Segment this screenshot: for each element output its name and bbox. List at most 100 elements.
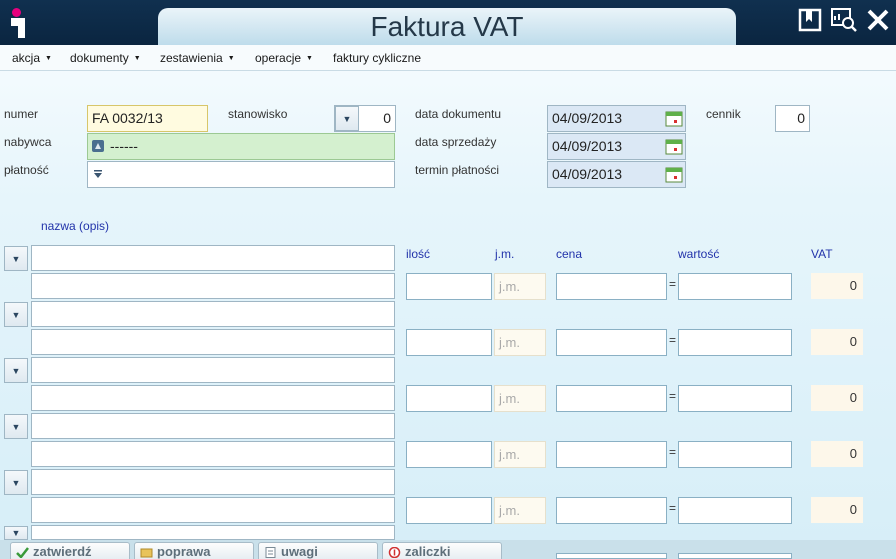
poprawa-button[interactable]: poprawa: [134, 542, 254, 559]
window-title: Faktura VAT: [158, 8, 736, 45]
close-icon[interactable]: [864, 6, 892, 34]
uwagi-label: uwagi: [281, 544, 318, 559]
item-value-field[interactable]: [678, 329, 792, 356]
item-unit-field[interactable]: j.m.: [494, 497, 546, 524]
data-dokumentu-label: data dokumentu: [415, 107, 502, 121]
menu-faktury-cykliczne[interactable]: faktury cykliczne: [333, 51, 421, 65]
item-name-field[interactable]: [31, 357, 395, 383]
item-price-field[interactable]: [556, 441, 667, 468]
chevron-down-icon[interactable]: ▼: [4, 414, 28, 439]
app-logo: [8, 8, 30, 38]
deposit-icon: [388, 547, 401, 558]
data-sprzedazy-value: 04/09/2013: [552, 138, 623, 154]
item-desc-field[interactable]: [31, 385, 395, 411]
item-vat-value: 0: [811, 329, 863, 355]
zatwierdz-label: zatwierdź: [33, 544, 92, 559]
poprawa-label: poprawa: [157, 544, 211, 559]
equals-sign: =: [669, 333, 677, 347]
item-value-field[interactable]: [678, 273, 792, 300]
calendar-icon[interactable]: [665, 137, 683, 155]
item-price-field[interactable]: [556, 385, 667, 412]
platnosc-field[interactable]: [87, 161, 395, 188]
item-desc-field[interactable]: [31, 273, 395, 299]
item-qty-field[interactable]: [406, 385, 492, 412]
termin-platnosci-value: 04/09/2013: [552, 166, 623, 182]
chevron-down-icon[interactable]: ▼: [4, 470, 28, 495]
termin-platnosci-field[interactable]: 04/09/2013: [547, 161, 686, 188]
stanowisko-field[interactable]: ▼ 0: [334, 105, 396, 132]
item-name-field[interactable]: [31, 469, 395, 495]
menu-dokumenty[interactable]: dokumenty ▼: [70, 51, 141, 65]
zaliczki-label: zaliczki: [405, 544, 451, 559]
item-desc-field[interactable]: [31, 497, 395, 523]
item-qty-field[interactable]: [406, 497, 492, 524]
item-qty-field[interactable]: [406, 329, 492, 356]
item-desc-field[interactable]: [31, 329, 395, 355]
chevron-down-icon[interactable]: ▼: [335, 106, 359, 131]
equals-sign: =: [669, 277, 677, 291]
item-qty-field[interactable]: [406, 273, 492, 300]
item-price-field[interactable]: [556, 553, 667, 559]
item-value-field[interactable]: [678, 553, 792, 559]
chevron-down-icon[interactable]: ▼: [4, 526, 28, 540]
termin-platnosci-label: termin płatności: [415, 163, 500, 177]
cennik-label: cennik: [706, 107, 741, 121]
item-price-field[interactable]: [556, 273, 667, 300]
nabywca-label: nabywca: [4, 135, 52, 149]
chevron-down-icon[interactable]: ▼: [4, 302, 28, 327]
zaliczki-button[interactable]: zaliczki: [382, 542, 502, 559]
numer-label: numer: [4, 107, 39, 121]
item-price-field[interactable]: [556, 329, 667, 356]
uwagi-button[interactable]: uwagi: [258, 542, 378, 559]
col-cena-header: cena: [556, 247, 583, 261]
data-dokumentu-field[interactable]: 04/09/2013: [547, 105, 686, 132]
equals-sign: =: [669, 501, 677, 515]
item-desc-field[interactable]: [31, 441, 395, 467]
item-value-field[interactable]: [678, 497, 792, 524]
col-ilosc-header: ilość: [406, 247, 431, 261]
chevron-down-icon[interactable]: ▼: [4, 246, 28, 271]
zatwierdz-button[interactable]: zatwierdź: [10, 542, 130, 559]
equals-sign: =: [669, 445, 677, 459]
data-sprzedazy-label: data sprzedaży: [415, 135, 497, 149]
item-unit-field[interactable]: j.m.: [494, 329, 546, 356]
stanowisko-label: stanowisko: [228, 107, 288, 121]
list-dropdown-icon[interactable]: [92, 168, 104, 180]
platnosc-label: płatność: [4, 163, 49, 177]
item-unit-field[interactable]: j.m.: [494, 385, 546, 412]
item-price-field[interactable]: [556, 497, 667, 524]
cennik-field[interactable]: 0: [775, 105, 810, 132]
numer-field[interactable]: FA 0032/13: [87, 105, 208, 132]
data-dokumentu-value: 04/09/2013: [552, 110, 623, 126]
item-name-field[interactable]: [31, 245, 395, 271]
bookmark-icon[interactable]: [796, 6, 824, 34]
contact-icon[interactable]: [91, 139, 105, 153]
item-name-field[interactable]: [31, 525, 395, 540]
item-vat-value: 0: [811, 385, 863, 411]
preview-search-icon[interactable]: [830, 6, 858, 34]
menu-operacje[interactable]: operacje ▼: [255, 51, 313, 65]
item-vat-value: 0: [811, 273, 863, 299]
calendar-icon[interactable]: [665, 109, 683, 127]
item-name-field[interactable]: [31, 301, 395, 327]
item-value-field[interactable]: [678, 441, 792, 468]
item-vat-value: 0: [811, 497, 863, 523]
calendar-icon[interactable]: [665, 165, 683, 183]
item-value-field[interactable]: [678, 385, 792, 412]
menu-akcja[interactable]: akcja ▼: [12, 51, 52, 65]
col-jm-header: j.m.: [495, 247, 515, 261]
item-qty-field[interactable]: [406, 441, 492, 468]
item-vat-value: 0: [811, 441, 863, 467]
menu-zestawienia[interactable]: zestawienia ▼: [160, 51, 235, 65]
checkmark-icon: [16, 547, 29, 558]
item-name-field[interactable]: [31, 413, 395, 439]
nabywca-field[interactable]: ------: [87, 133, 395, 160]
item-unit-field[interactable]: j.m.: [494, 441, 546, 468]
col-nazwa-header: nazwa (opis): [41, 219, 110, 233]
chevron-down-icon[interactable]: ▼: [4, 358, 28, 383]
data-sprzedazy-field[interactable]: 04/09/2013: [547, 133, 686, 160]
folder-icon: [140, 548, 153, 558]
item-unit-field[interactable]: j.m.: [494, 273, 546, 300]
col-vat-header: VAT: [811, 247, 833, 261]
equals-sign: =: [669, 389, 677, 403]
